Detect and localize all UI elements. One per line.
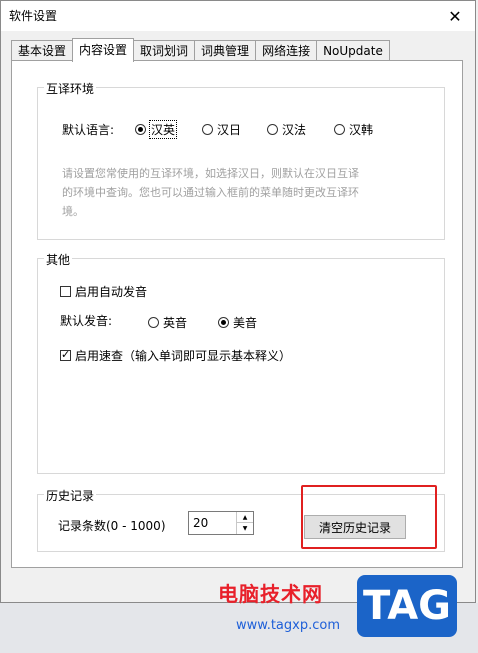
tab-bar: 基本设置 内容设置 取词划词 词典管理 网络连接 NoUpdate (11, 38, 390, 62)
translation-env-group: 互译环境 默认语言: 汉英 汉日 汉法 汉韩 请设置您常使用的互译环境，如选择汉… (37, 80, 445, 240)
radio-us-indicator[interactable] (218, 317, 229, 328)
history-legend: 历史记录 (44, 487, 97, 504)
watermark-url: www.tagxp.com (236, 618, 340, 633)
title-bar: 软件设置 ✕ (1, 1, 475, 31)
tab-capture[interactable]: 取词划词 (133, 40, 196, 61)
default-pronunciation-label: 默认发音: (60, 314, 113, 328)
radio-zh-fr-indicator[interactable] (267, 124, 278, 135)
watermark-site-name: 电脑技术网 (218, 582, 323, 606)
radio-zh-ja-indicator[interactable] (202, 124, 213, 135)
radio-us-label[interactable]: 美音 (233, 314, 257, 331)
radio-zh-en-indicator[interactable] (135, 124, 146, 135)
radio-zh-ko-indicator[interactable] (334, 124, 345, 135)
tab-dictionary[interactable]: 词典管理 (194, 40, 257, 61)
tag-logo: TAG (357, 575, 457, 637)
radio-zh-en[interactable]: 汉英 (135, 120, 178, 139)
auto-speak-check-indicator[interactable] (60, 286, 71, 297)
other-legend: 其他 (44, 251, 73, 268)
radio-zh-ja[interactable]: 汉日 (202, 121, 241, 138)
auto-speak-label[interactable]: 启用自动发音 (75, 283, 147, 300)
tab-basic[interactable]: 基本设置 (11, 40, 74, 61)
radio-zh-ko-label[interactable]: 汉韩 (349, 121, 373, 138)
quick-lookup-label[interactable]: 启用速查（输入单词即可显示基本释义） (75, 347, 291, 364)
quick-lookup-check-indicator[interactable] (60, 348, 71, 361)
radio-zh-fr-label[interactable]: 汉法 (282, 121, 306, 138)
auto-speak-checkbox[interactable]: 启用自动发音 (60, 283, 147, 300)
radio-uk[interactable]: 英音 (148, 314, 187, 331)
settings-dialog: 软件设置 ✕ 基本设置 内容设置 取词划词 词典管理 网络连接 NoUpdate… (0, 0, 476, 603)
stepper-down-icon[interactable]: ▼ (237, 523, 253, 534)
tab-content[interactable]: 内容设置 (72, 38, 135, 62)
stepper-arrows: ▲ ▼ (236, 512, 253, 534)
radio-uk-indicator[interactable] (148, 317, 159, 328)
radio-uk-label[interactable]: 英音 (163, 314, 187, 331)
close-icon[interactable]: ✕ (435, 1, 475, 31)
radio-zh-en-label[interactable]: 汉英 (148, 120, 178, 139)
other-group: 其他 启用自动发音 默认发音: 英音 美音 启用速查（输入单词即可显示基本释义） (37, 251, 445, 474)
env-hint-text: 请设置您常使用的互译环境，如选择汉日，则默认在汉日互译 的环境中查询。您也可以通… (62, 167, 359, 218)
radio-zh-ja-label[interactable]: 汉日 (217, 121, 241, 138)
quick-lookup-checkbox[interactable]: 启用速查（输入单词即可显示基本释义） (60, 347, 291, 364)
translation-env-legend: 互译环境 (44, 80, 97, 97)
radio-zh-fr[interactable]: 汉法 (267, 121, 306, 138)
radio-us[interactable]: 美音 (218, 314, 257, 331)
history-count-stepper[interactable]: 20 ▲ ▼ (188, 511, 254, 535)
default-language-label: 默认语言: (62, 123, 115, 137)
history-count-value[interactable]: 20 (193, 516, 208, 530)
window-title: 软件设置 (9, 9, 58, 23)
tab-noupdate[interactable]: NoUpdate (316, 40, 390, 61)
highlight-box (301, 485, 437, 549)
stepper-up-icon[interactable]: ▲ (237, 512, 253, 523)
tab-network[interactable]: 网络连接 (255, 40, 318, 61)
history-count-label: 记录条数(0 - 1000) (58, 519, 166, 533)
radio-zh-ko[interactable]: 汉韩 (334, 121, 373, 138)
content-settings-panel: 互译环境 默认语言: 汉英 汉日 汉法 汉韩 请设置您常使用的互译环境，如选择汉… (11, 60, 463, 568)
